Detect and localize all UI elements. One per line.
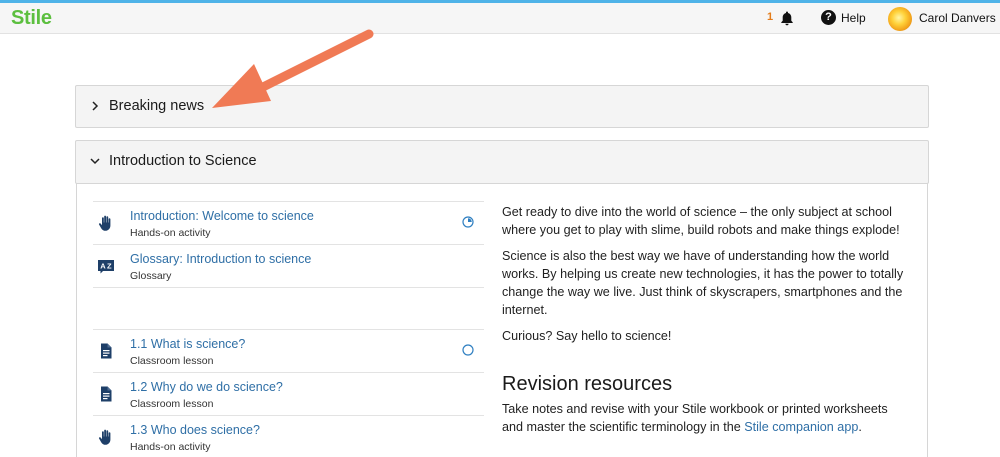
- section-introduction-to-science[interactable]: Introduction to Science: [75, 140, 929, 184]
- svg-text:Z: Z: [107, 262, 112, 271]
- lesson-title[interactable]: 1.2 Why do we do science?: [130, 380, 283, 394]
- lesson-type: Classroom lesson: [130, 355, 214, 367]
- description-paragraph: Curious? Say hello to science!: [502, 329, 672, 343]
- stile-logo[interactable]: Stile: [11, 7, 52, 30]
- section-header[interactable]: Introduction to Science: [76, 141, 928, 183]
- list-spacer: [93, 287, 484, 329]
- chevron-right-icon: [92, 101, 99, 111]
- user-name[interactable]: Carol Danvers: [919, 11, 996, 25]
- lesson-type: Hands-on activity: [130, 441, 211, 453]
- document-icon: [101, 386, 112, 402]
- section-title: Breaking news: [109, 98, 205, 114]
- svg-text:A: A: [100, 262, 106, 271]
- lesson-title[interactable]: 1.3 Who does science?: [130, 423, 260, 437]
- section-header[interactable]: Breaking news: [76, 86, 928, 128]
- section-description: Get ready to dive into the world of scie…: [502, 203, 912, 353]
- companion-app-link[interactable]: Stile companion app: [744, 420, 858, 434]
- revision-heading: Revision resources: [502, 373, 673, 395]
- hand-icon: [98, 215, 111, 231]
- section-breaking-news[interactable]: Breaking news: [75, 85, 929, 128]
- lesson-type: Glossary: [130, 270, 172, 282]
- lesson-type: Classroom lesson: [130, 398, 214, 410]
- avatar[interactable]: [888, 7, 912, 31]
- in-progress-icon: [462, 216, 474, 228]
- lesson-title[interactable]: Introduction: Welcome to science: [130, 209, 314, 223]
- list-item[interactable]: 1.2 Why do we do science? Classroom less…: [93, 372, 484, 415]
- help-icon[interactable]: ?: [821, 10, 836, 25]
- top-nav-bar: Stile 1 ? Help Carol Danvers: [0, 3, 1000, 34]
- list-item[interactable]: Introduction: Welcome to science Hands-o…: [93, 201, 484, 244]
- lesson-list: Introduction: Welcome to science Hands-o…: [93, 201, 484, 457]
- list-item[interactable]: 1.1 What is science? Classroom lesson: [93, 329, 484, 372]
- revision-text: Take notes and revise with your Stile wo…: [502, 400, 912, 436]
- description-paragraph: Get ready to dive into the world of scie…: [502, 205, 900, 237]
- lesson-title[interactable]: Glossary: Introduction to science: [130, 252, 311, 266]
- notification-count[interactable]: 1: [767, 11, 773, 23]
- list-item[interactable]: 1.3 Who does science? Hands-on activity: [93, 415, 484, 457]
- glossary-icon: A Z: [98, 260, 114, 274]
- lesson-title[interactable]: 1.1 What is science?: [130, 337, 245, 351]
- not-started-icon: [462, 344, 474, 356]
- revision-text-end: .: [858, 420, 862, 434]
- lesson-type: Hands-on activity: [130, 227, 211, 239]
- bell-icon[interactable]: [779, 10, 795, 26]
- description-paragraph: Science is also the best way we have of …: [502, 249, 904, 317]
- help-link[interactable]: Help: [841, 11, 866, 25]
- list-item[interactable]: A Z Glossary: Introduction to science Gl…: [93, 244, 484, 287]
- hand-icon: [98, 429, 111, 445]
- chevron-down-icon: [90, 158, 100, 165]
- section-title: Introduction to Science: [109, 153, 257, 169]
- document-icon: [101, 343, 112, 359]
